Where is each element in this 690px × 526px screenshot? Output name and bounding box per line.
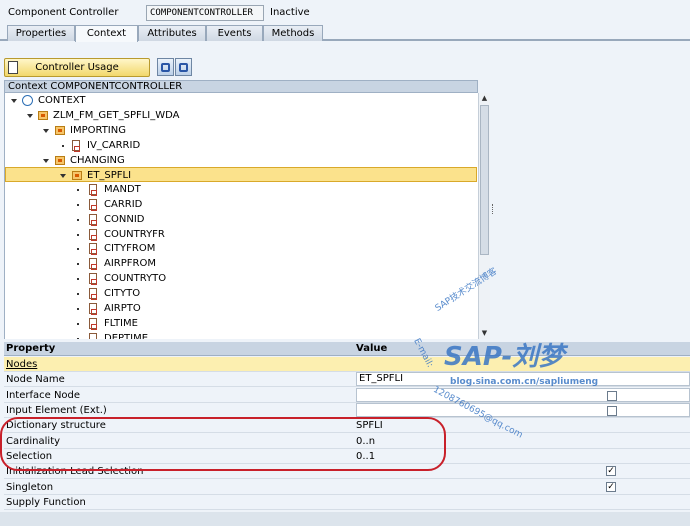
attribute-icon xyxy=(89,199,97,211)
tab-properties[interactable]: Properties xyxy=(7,25,75,41)
table-row: Input Element (Ext.) xyxy=(4,403,690,418)
controller-usage-label: Controller Usage xyxy=(35,62,119,73)
group-row-nodes: Nodes xyxy=(4,357,690,372)
tab-strip: Properties Context Attributes Events Met… xyxy=(0,25,690,42)
component-controller-label: Component Controller xyxy=(8,7,119,18)
tree-attribute[interactable]: MANDT xyxy=(5,182,477,197)
attribute-icon xyxy=(89,243,97,255)
tree-scrollbar[interactable]: ▲ ▼ xyxy=(478,93,490,339)
tree-node[interactable]: IMPORTING xyxy=(5,123,477,138)
tree-attribute[interactable]: AIRPTO xyxy=(5,301,477,316)
init-lead-selection-checkbox[interactable]: ✓ xyxy=(606,466,616,476)
tree-attribute[interactable]: AIRPFROM xyxy=(5,256,477,271)
expand-icon[interactable] xyxy=(43,159,49,163)
attribute-icon xyxy=(89,318,97,330)
property-table-header: Property Value xyxy=(4,342,690,356)
tree-node-context[interactable]: CONTEXT xyxy=(5,93,477,108)
supply-function-value[interactable] xyxy=(356,495,690,509)
component-name-field[interactable]: COMPONENTCONTROLLER xyxy=(146,5,264,21)
input-element-checkbox[interactable] xyxy=(607,406,617,416)
scroll-up-icon[interactable]: ▲ xyxy=(479,93,490,104)
singleton-checkbox[interactable]: ✓ xyxy=(606,482,616,492)
binoculars-icon[interactable] xyxy=(157,58,174,76)
expand-icon[interactable] xyxy=(60,174,66,178)
tree-attribute[interactable]: FLTIME xyxy=(5,316,477,331)
tree-attribute[interactable]: CITYFROM xyxy=(5,241,477,256)
tree-node-selected[interactable]: ET_SPFLI xyxy=(5,167,477,182)
node-icon xyxy=(55,156,65,165)
node-icon xyxy=(38,111,48,120)
node-icon xyxy=(72,171,82,180)
tree-attribute[interactable]: CARRID xyxy=(5,197,477,212)
tree-attribute[interactable]: COUNTRYFR xyxy=(5,227,477,242)
context-tree: CONTEXT ZLM_FM_GET_SPFLI_WDA IMPORTING I… xyxy=(4,93,478,339)
attribute-icon xyxy=(89,288,97,300)
table-row: Supply Function xyxy=(4,495,690,510)
controller-usage-button[interactable]: Controller Usage xyxy=(4,58,150,77)
tab-methods[interactable]: Methods xyxy=(263,25,323,41)
interface-node-checkbox[interactable] xyxy=(607,391,617,401)
watermark-blog: blog.sina.com.cn/sapliumeng xyxy=(450,377,599,387)
highlight-annotation xyxy=(0,417,446,471)
scroll-thumb[interactable] xyxy=(480,105,489,255)
attribute-icon xyxy=(89,258,97,270)
node-icon xyxy=(55,126,65,135)
attribute-icon xyxy=(72,140,80,152)
context-icon xyxy=(22,95,33,106)
tree-attribute[interactable]: CITYTO xyxy=(5,286,477,301)
tree-node[interactable]: CHANGING xyxy=(5,153,477,168)
attribute-icon xyxy=(89,333,97,339)
attribute-icon xyxy=(89,214,97,226)
watermark-brand: SAP-刘梦 xyxy=(444,342,565,372)
tree-attribute[interactable]: CONNID xyxy=(5,212,477,227)
status-text: Inactive xyxy=(270,7,310,18)
tree-attribute[interactable]: COUNTRYTO xyxy=(5,271,477,286)
attribute-icon xyxy=(89,184,97,196)
attribute-icon xyxy=(89,229,97,241)
tree-attribute[interactable]: DEPTIME xyxy=(5,331,477,339)
expand-icon[interactable] xyxy=(11,99,17,103)
tab-events[interactable]: Events xyxy=(206,25,263,41)
expand-icon[interactable] xyxy=(27,114,33,118)
tab-attributes[interactable]: Attributes xyxy=(138,25,206,41)
splitter-handle[interactable] xyxy=(492,204,495,214)
bottom-bar xyxy=(0,512,690,526)
tree-attribute[interactable]: IV_CARRID xyxy=(5,138,477,153)
context-tree-header: Context COMPONENTCONTROLLER xyxy=(4,80,478,93)
attribute-icon xyxy=(89,273,97,285)
tab-context[interactable]: Context xyxy=(75,25,138,42)
tree-node[interactable]: ZLM_FM_GET_SPFLI_WDA xyxy=(5,108,477,123)
find-next-icon[interactable] xyxy=(175,58,192,76)
document-icon xyxy=(8,61,18,74)
table-row: Interface Node xyxy=(4,388,690,403)
expand-icon[interactable] xyxy=(43,129,49,133)
attribute-icon xyxy=(89,303,97,315)
table-row: Singleton ✓ xyxy=(4,480,690,495)
